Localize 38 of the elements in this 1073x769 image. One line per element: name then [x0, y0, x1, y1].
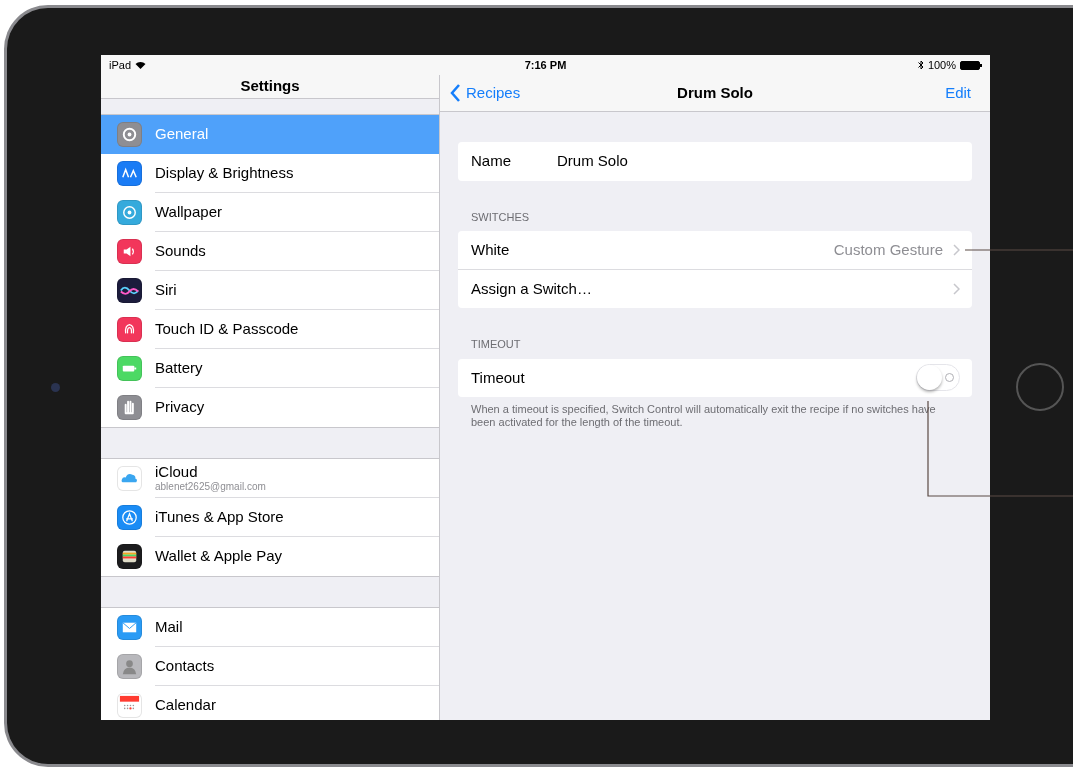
settings-item[interactable]: Wallpaper [101, 192, 439, 232]
settings-item[interactable]: Touch ID & Passcode [101, 309, 439, 349]
clock-text: 7:16 PM [524, 57, 567, 73]
name-value: Drum Solo [557, 151, 628, 171]
row-label: Timeout [471, 367, 526, 388]
edit-button[interactable]: Edit [945, 81, 980, 105]
account-email: ablenet2625@gmail.com [155, 480, 267, 493]
row-value: Custom Gesture [833, 239, 943, 260]
wifi-icon [135, 61, 147, 69]
section-header: SWITCHES [470, 209, 531, 225]
sidebar-title: Settings [240, 76, 300, 96]
back-button[interactable]: Recipes [450, 81, 521, 105]
settings-item[interactable]: Siri [101, 270, 439, 310]
settings-item[interactable]: Wallet & Apple Pay [101, 536, 439, 576]
battery-percent: 100% [927, 57, 956, 73]
settings-item[interactable]: Display & Brightness [101, 153, 439, 193]
nav-title: Drum Solo [677, 82, 753, 103]
settings-item[interactable]: Battery [101, 348, 439, 388]
toggle-switch[interactable] [916, 364, 960, 392]
settings-item[interactable]: iCloud ablenet2625@gmail.com [101, 458, 439, 498]
settings-item[interactable]: iTunes & App Store [101, 497, 439, 537]
battery-icon [960, 60, 982, 70]
chevron-right-icon [953, 243, 960, 256]
row-label[interactable]: White [471, 238, 834, 261]
row-label: Name [471, 151, 512, 171]
settings-item[interactable]: Mail [101, 607, 439, 647]
chevron-right-icon [953, 282, 960, 295]
row-label[interactable]: Assign a Switch… [471, 277, 953, 300]
settings-item[interactable]: Sounds [101, 231, 439, 271]
camera-icon [51, 383, 60, 392]
settings-item[interactable]: Privacy [101, 387, 439, 427]
settings-item[interactable]: Calendar [101, 685, 439, 720]
section-header: TIMEOUT [470, 337, 522, 352]
chevron-left-icon [450, 84, 461, 102]
carrier-text: iPad [109, 57, 132, 73]
settings-item[interactable]: Contacts [101, 646, 439, 686]
home-button[interactable] [1016, 363, 1064, 411]
bluetooth-icon [917, 60, 924, 70]
